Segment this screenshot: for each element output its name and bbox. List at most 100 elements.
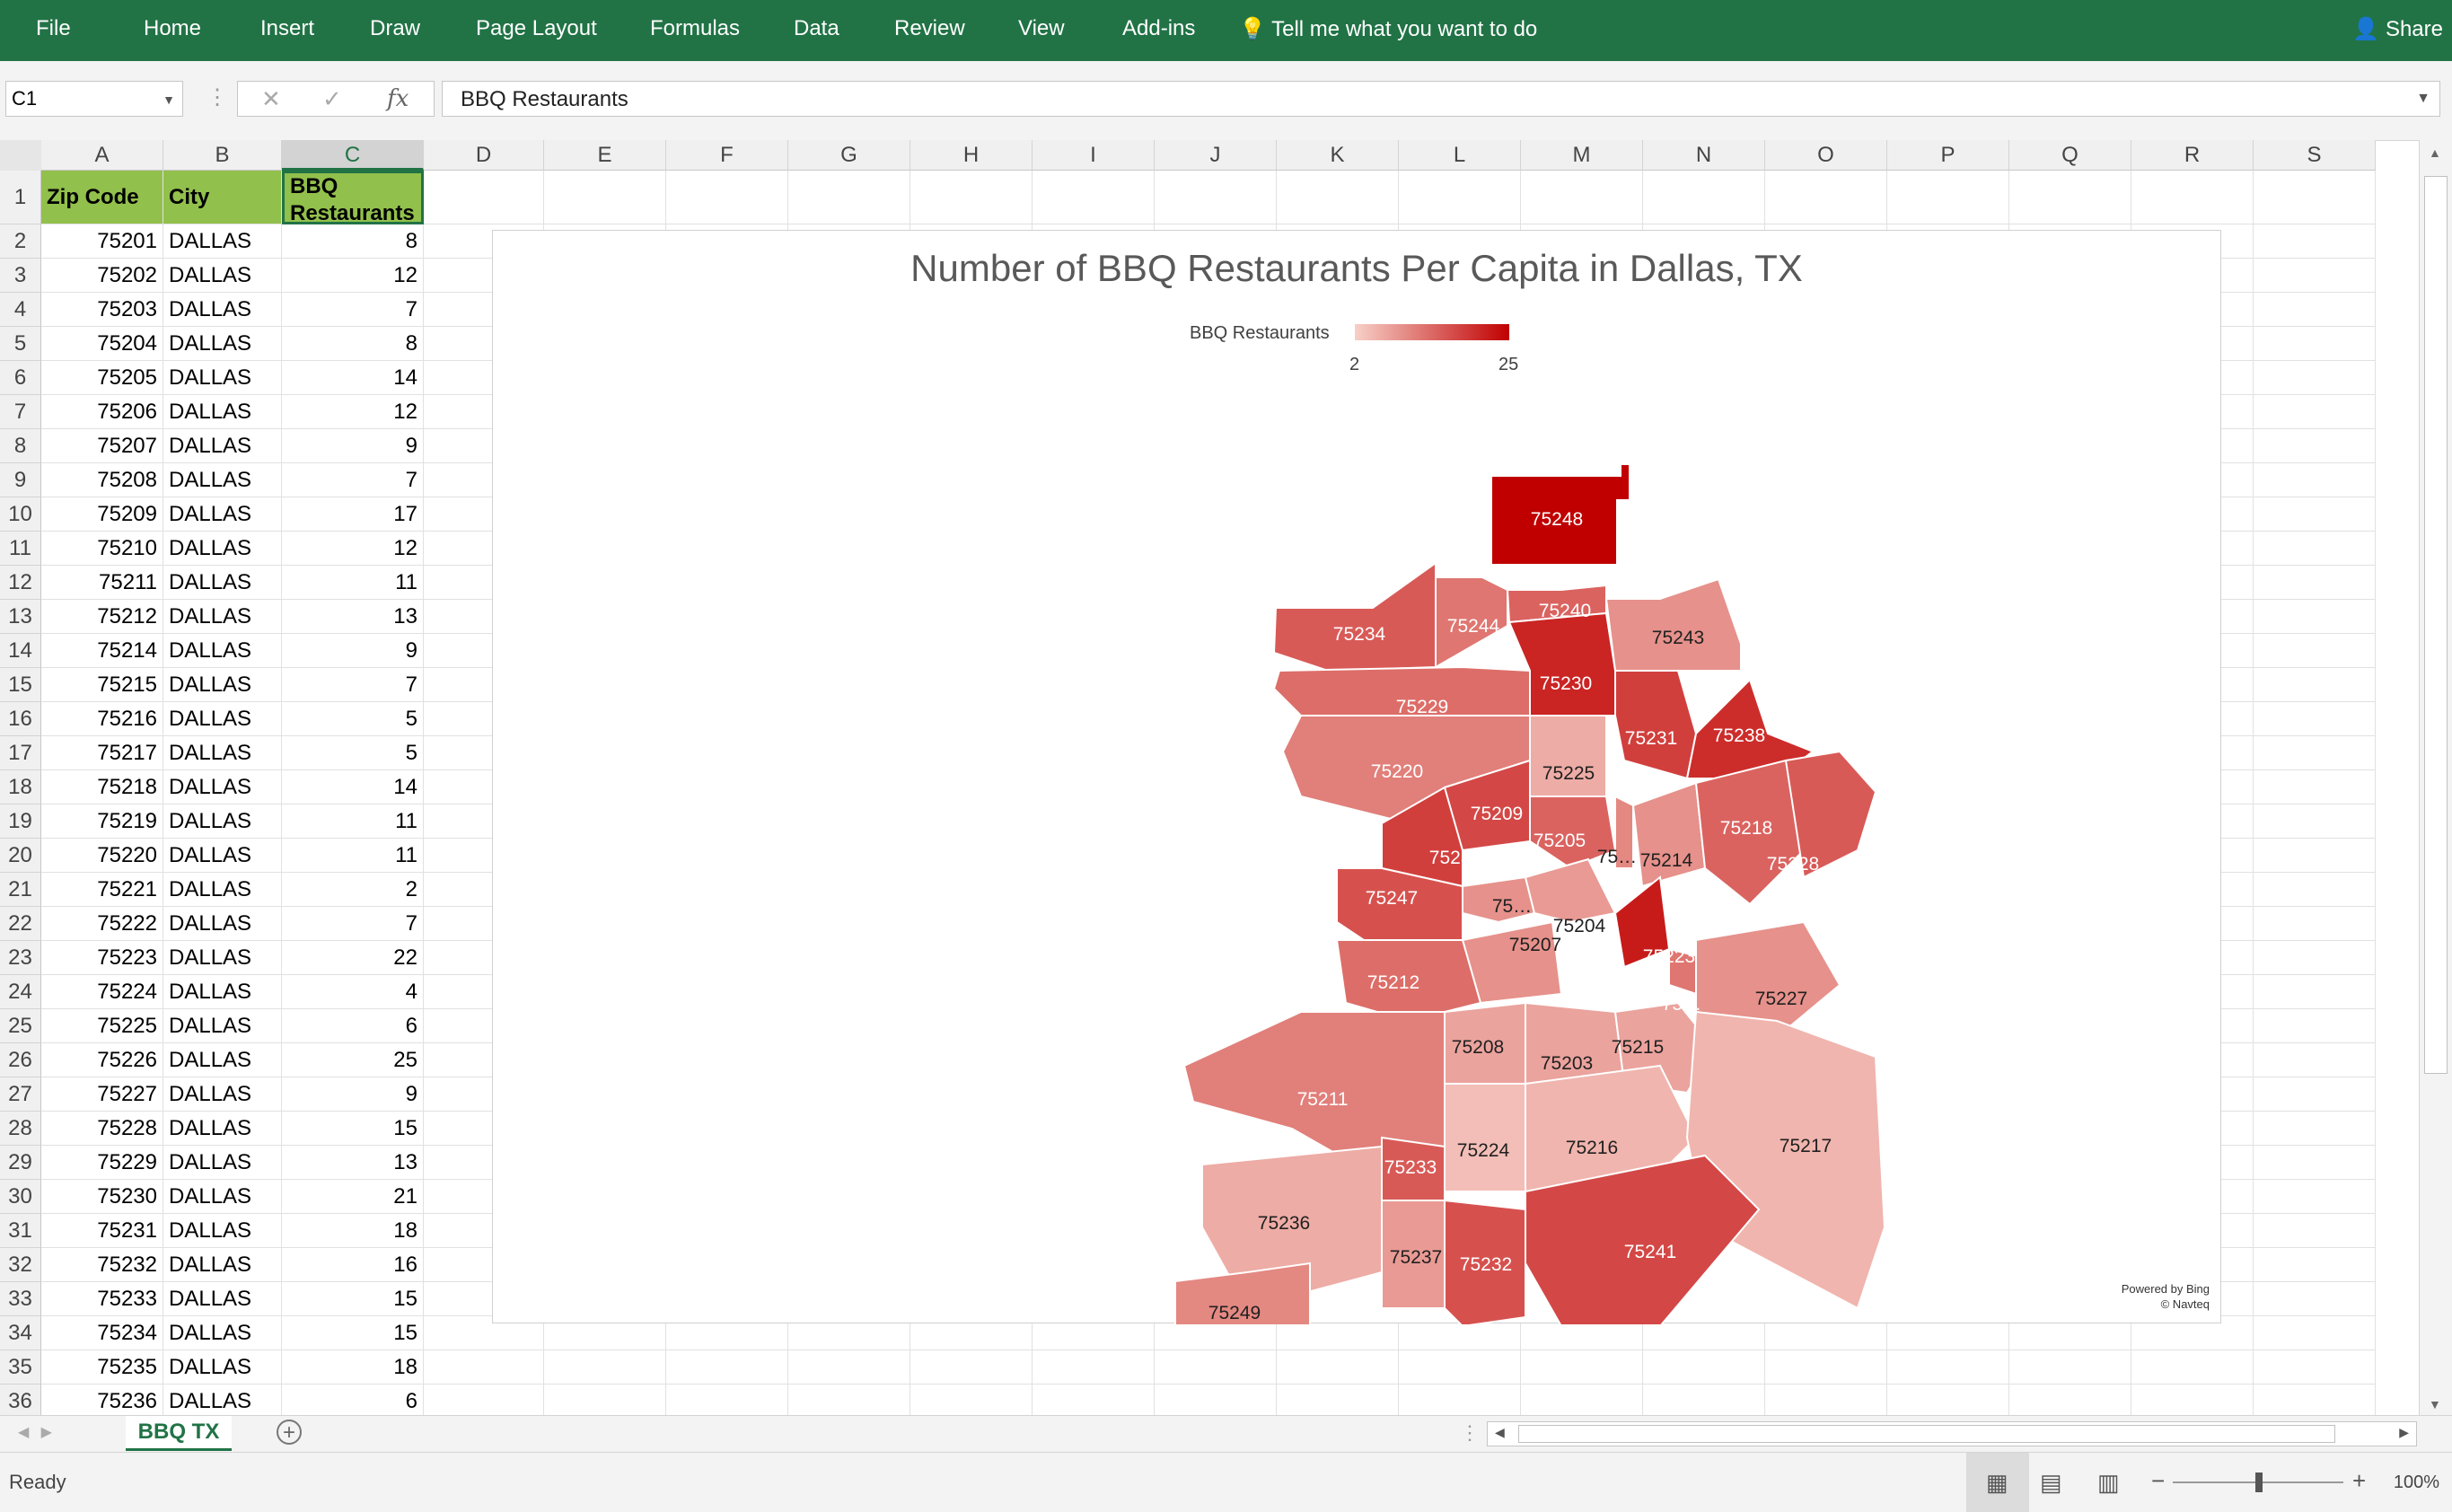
city-cell[interactable]: DALLAS — [163, 770, 282, 804]
city-cell[interactable]: DALLAS — [163, 941, 282, 975]
zoom-level[interactable]: 100% — [2394, 1472, 2439, 1493]
empty-cell[interactable] — [1399, 1385, 1521, 1419]
city-cell[interactable]: DALLAS — [163, 327, 282, 361]
city-cell[interactable]: DALLAS — [163, 1214, 282, 1248]
empty-cell[interactable] — [2254, 1214, 2376, 1248]
row-header[interactable]: 11 — [0, 532, 41, 566]
row-header[interactable]: 28 — [0, 1112, 41, 1146]
row-header[interactable]: 26 — [0, 1043, 41, 1077]
zip-cell[interactable]: 75208 — [41, 463, 163, 497]
map-region-75214-14[interactable] — [1633, 783, 1705, 886]
city-cell[interactable]: DALLAS — [163, 1385, 282, 1419]
sheet-tab-bbq-tx[interactable]: BBQ TX — [126, 1416, 232, 1451]
map-region-75249-38[interactable] — [1175, 1263, 1310, 1324]
empty-cell[interactable] — [1887, 171, 2009, 224]
count-cell[interactable]: 18 — [282, 1350, 424, 1385]
zip-cell[interactable]: 75235 — [41, 1350, 163, 1385]
zip-cell[interactable]: 75217 — [41, 736, 163, 770]
empty-cell[interactable] — [2254, 429, 2376, 463]
city-cell[interactable]: DALLAS — [163, 668, 282, 702]
row-header[interactable]: 30 — [0, 1180, 41, 1214]
city-cell[interactable]: DALLAS — [163, 634, 282, 668]
column-header-c[interactable]: C — [282, 140, 424, 171]
empty-cell[interactable] — [1765, 171, 1887, 224]
empty-cell[interactable] — [2254, 171, 2376, 224]
city-cell[interactable]: DALLAS — [163, 463, 282, 497]
count-cell[interactable]: 9 — [282, 634, 424, 668]
count-cell[interactable]: 6 — [282, 1385, 424, 1419]
empty-cell[interactable] — [1521, 171, 1643, 224]
normal-view-button[interactable]: ▦ — [1966, 1453, 2029, 1512]
count-cell[interactable]: 8 — [282, 224, 424, 259]
count-cell[interactable]: 12 — [282, 532, 424, 566]
share-button[interactable]: 👤 Share — [2352, 16, 2443, 42]
empty-cell[interactable] — [2254, 1077, 2376, 1112]
expand-chevron-icon[interactable]: ▼ — [2416, 91, 2430, 107]
map-region-75244-2[interactable] — [1436, 577, 1507, 667]
tab-view[interactable]: View — [1018, 16, 1065, 41]
zip-cell[interactable]: 75214 — [41, 634, 163, 668]
scroll-left-icon[interactable]: ◀ — [1495, 1425, 1505, 1440]
header-cell-zip[interactable]: Zip Code — [41, 171, 163, 224]
empty-cell[interactable] — [2254, 1385, 2376, 1419]
row-header[interactable]: 6 — [0, 361, 41, 395]
map-region-75223-22[interactable] — [1615, 877, 1669, 967]
empty-cell[interactable] — [1399, 171, 1521, 224]
empty-cell[interactable] — [1033, 1350, 1155, 1385]
empty-cell[interactable] — [2254, 395, 2376, 429]
vertical-scroll-thumb[interactable] — [2424, 176, 2448, 1074]
city-cell[interactable]: DALLAS — [163, 259, 282, 293]
map-region-75205-12[interactable] — [1530, 796, 1615, 868]
empty-cell[interactable] — [2254, 259, 2376, 293]
empty-cell[interactable] — [2009, 1350, 2131, 1385]
row-header[interactable]: 17 — [0, 736, 41, 770]
empty-cell[interactable] — [2009, 1385, 2131, 1419]
map-region-75228-16[interactable] — [1786, 752, 1876, 877]
empty-cell[interactable] — [2254, 1180, 2376, 1214]
map-region-75234-1[interactable] — [1274, 563, 1436, 671]
zoom-out-icon[interactable]: − — [2151, 1467, 2165, 1495]
city-cell[interactable]: DALLAS — [163, 1350, 282, 1385]
formula-input[interactable]: BBQ Restaurants ▼ — [442, 81, 2440, 117]
empty-cell[interactable] — [2254, 1146, 2376, 1180]
map-region-75217-32[interactable] — [1687, 1012, 1885, 1308]
scroll-right-icon[interactable]: ▶ — [2399, 1425, 2409, 1440]
row-header[interactable]: 22 — [0, 907, 41, 941]
row-header[interactable]: 32 — [0, 1248, 41, 1282]
empty-cell[interactable] — [1887, 1385, 2009, 1419]
row-header[interactable]: 8 — [0, 429, 41, 463]
column-header-l[interactable]: L — [1399, 140, 1521, 171]
empty-cell[interactable] — [2254, 1248, 2376, 1282]
row-header[interactable]: 4 — [0, 293, 41, 327]
zip-cell[interactable]: 75212 — [41, 600, 163, 634]
empty-cell[interactable] — [2254, 702, 2376, 736]
empty-cell[interactable] — [2254, 1316, 2376, 1350]
zip-cell[interactable]: 75209 — [41, 497, 163, 532]
sheet-nav-arrows-icon[interactable]: ◀ ▶ — [18, 1423, 52, 1441]
row-header[interactable]: 13 — [0, 600, 41, 634]
map-region-75231-7[interactable] — [1615, 671, 1696, 778]
city-cell[interactable]: DALLAS — [163, 975, 282, 1009]
tab-formulas[interactable]: Formulas — [650, 16, 740, 41]
map-region-75224-30[interactable] — [1445, 1084, 1525, 1191]
tab-review[interactable]: Review — [894, 16, 965, 41]
count-cell[interactable]: 17 — [282, 497, 424, 532]
city-cell[interactable]: DALLAS — [163, 1146, 282, 1180]
header-cell-bbq-restaurants[interactable]: BBQ Restaurants — [282, 171, 424, 224]
zip-cell[interactable]: 75224 — [41, 975, 163, 1009]
zip-cell[interactable]: 75233 — [41, 1282, 163, 1316]
city-cell[interactable]: DALLAS — [163, 1043, 282, 1077]
zip-cell[interactable]: 75204 — [41, 327, 163, 361]
row-header[interactable]: 29 — [0, 1146, 41, 1180]
count-cell[interactable]: 21 — [282, 1180, 424, 1214]
map-region-75225-10[interactable] — [1530, 716, 1606, 796]
zip-cell[interactable]: 75216 — [41, 702, 163, 736]
count-cell[interactable]: 9 — [282, 429, 424, 463]
zip-cell[interactable]: 75210 — [41, 532, 163, 566]
empty-cell[interactable] — [2254, 1112, 2376, 1146]
chevron-down-icon[interactable]: ▼ — [163, 92, 175, 107]
empty-cell[interactable] — [1277, 171, 1399, 224]
count-cell[interactable]: 9 — [282, 1077, 424, 1112]
tell-me-search[interactable]: 💡 Tell me what you want to do — [1239, 16, 1537, 42]
map-region-75232-36[interactable] — [1445, 1200, 1525, 1324]
